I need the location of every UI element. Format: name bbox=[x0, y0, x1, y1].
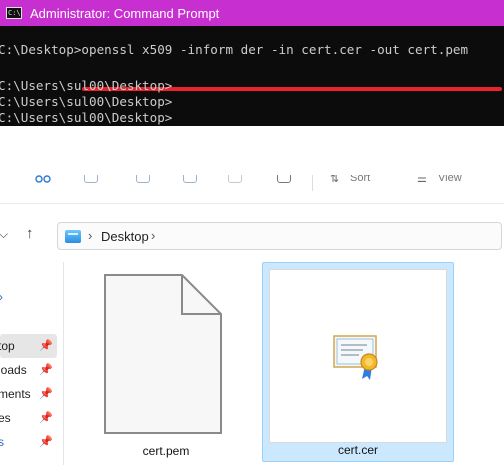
navigation-pane: › top 📌 loads 📌 ments 📌 es 📌 s 📌 bbox=[0, 262, 60, 465]
sort-icon: ⇅ bbox=[330, 175, 340, 185]
address-bar[interactable]: › Desktop › bbox=[57, 222, 502, 250]
pin-icon: 📌 bbox=[39, 388, 53, 400]
sidebar-item-label: top bbox=[0, 339, 15, 353]
share-file-icon[interactable] bbox=[228, 175, 242, 183]
sidebar-item-pictures[interactable]: es 📌 bbox=[0, 406, 57, 430]
file-item-cert-pem[interactable]: cert.pem bbox=[90, 262, 242, 462]
cmd-console[interactable]: C:\Desktop>openssl x509 -inform der -in … bbox=[0, 26, 504, 126]
pin-icon: 📌 bbox=[39, 436, 53, 448]
explorer-command-bar: ⇅ Sort ☰ View bbox=[0, 175, 504, 191]
certificate-icon bbox=[333, 335, 378, 380]
pin-icon: 📌 bbox=[39, 364, 53, 376]
sidebar-item-desktop[interactable]: top 📌 bbox=[0, 334, 57, 358]
sidebar-item-documents[interactable]: ments 📌 bbox=[0, 382, 57, 406]
sidebar-item-label: s bbox=[0, 435, 4, 449]
sidebar-item-label: es bbox=[0, 411, 11, 425]
file-name: cert.cer bbox=[337, 443, 378, 457]
navigation-bar: ⌵ ↑ › Desktop › bbox=[0, 218, 504, 252]
sidebar-item-label: loads bbox=[0, 363, 27, 377]
up-arrow-icon[interactable]: ↑ bbox=[26, 225, 34, 242]
copy-icon[interactable] bbox=[84, 175, 98, 183]
cmd-icon: C:\ bbox=[6, 7, 22, 19]
sidebar-item-downloads[interactable]: loads 📌 bbox=[0, 358, 57, 382]
recent-locations-chevron-icon[interactable]: ⌵ bbox=[0, 227, 8, 242]
view-icon: ☰ bbox=[417, 175, 427, 185]
sort-button[interactable]: Sort bbox=[350, 175, 370, 184]
view-button[interactable]: View bbox=[438, 175, 462, 184]
cmd-line-prompt: C:\Users\sul00\Desktop> bbox=[0, 94, 173, 109]
sidebar-partial-icon: › bbox=[0, 290, 3, 304]
cmd-title-bar[interactable]: C:\ Administrator: Command Prompt bbox=[0, 0, 504, 26]
address-location[interactable]: Desktop bbox=[101, 229, 149, 244]
pin-icon: 📌 bbox=[39, 340, 53, 352]
cmd-window-title: Administrator: Command Prompt bbox=[30, 5, 220, 21]
cmd-line-prompt: C:\Users\sul00\Desktop> bbox=[0, 78, 173, 93]
chevron-right-icon[interactable]: › bbox=[88, 228, 92, 243]
file-name: cert.pem bbox=[142, 444, 190, 458]
cmd-line-command: C:\Desktop>openssl x509 -inform der -in … bbox=[0, 42, 469, 57]
paste-icon[interactable] bbox=[136, 175, 150, 183]
cmd-line-prompt: C:\Users\sul00\Desktop> bbox=[0, 110, 173, 125]
sidebar-item-music[interactable]: s 📌 bbox=[0, 430, 57, 454]
desktop-icon bbox=[65, 230, 81, 243]
chevron-right-icon[interactable]: › bbox=[151, 228, 155, 243]
pin-icon: 📌 bbox=[39, 412, 53, 424]
share-icon[interactable] bbox=[35, 175, 51, 190]
rename-icon[interactable] bbox=[183, 175, 197, 183]
file-item-cert-cer[interactable]: cert.cer bbox=[262, 262, 454, 462]
toolbar-divider bbox=[0, 203, 504, 204]
pane-divider bbox=[63, 262, 64, 465]
delete-icon[interactable] bbox=[277, 175, 291, 183]
sidebar-item-label: ments bbox=[0, 387, 31, 401]
blank-document-icon bbox=[104, 274, 222, 434]
